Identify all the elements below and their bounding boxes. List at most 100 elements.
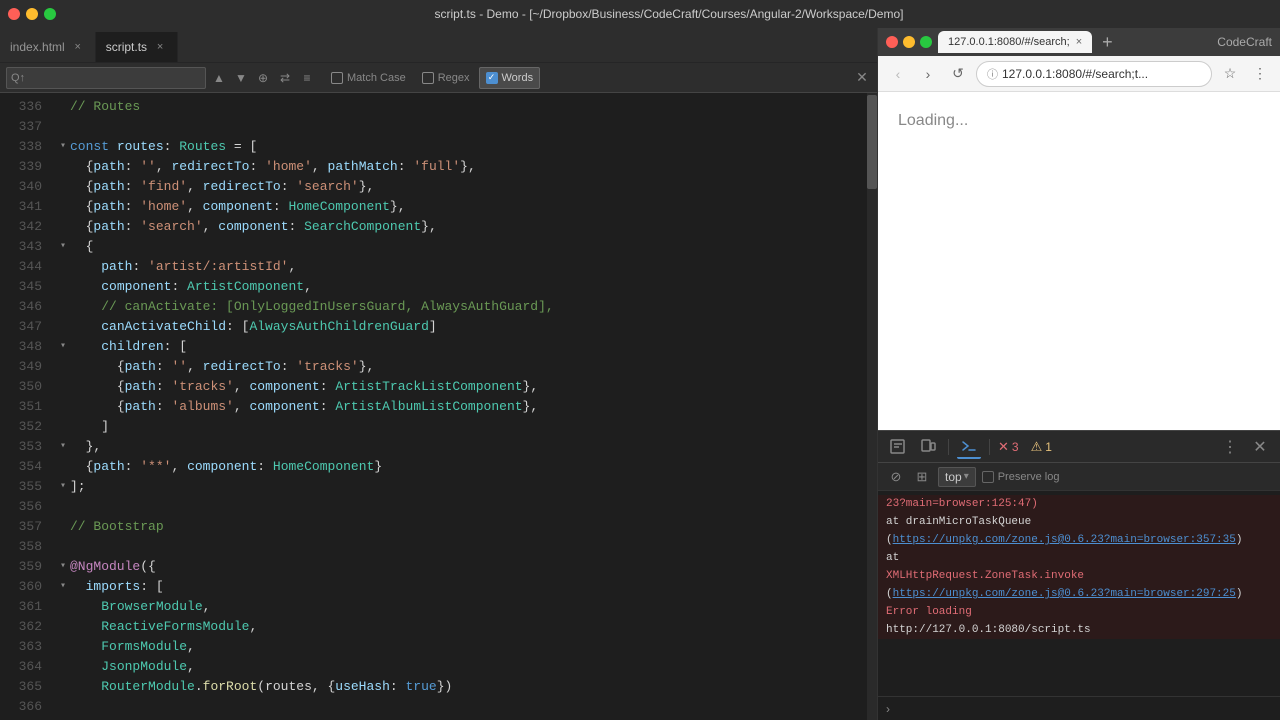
console-link[interactable]: https://unpkg.com/zone.js@0.6.23?main=br… — [893, 534, 1236, 546]
preserve-log-label: Preserve log — [998, 471, 1060, 483]
back-button[interactable]: ‹ — [886, 62, 910, 86]
console-tab-button[interactable] — [957, 435, 981, 459]
console-content[interactable]: 23?main=browser:125:47) at drainMicroTas… — [878, 491, 1280, 696]
code-line: {path: 'search', component: SearchCompon… — [50, 217, 877, 237]
preserve-log-checkbox[interactable] — [982, 471, 994, 483]
code-line: {path: 'home', component: HomeComponent}… — [50, 197, 877, 217]
filter-input-wrapper: top ▾ — [938, 467, 976, 487]
search-close-button[interactable]: ✕ — [853, 69, 871, 87]
address-bar[interactable]: ⓘ 127.0.0.1:8080/#/search;t... — [976, 61, 1212, 87]
browser-close-button[interactable] — [886, 36, 898, 48]
tab-label: index.html — [10, 40, 65, 54]
address-lock-icon: ⓘ — [987, 66, 998, 82]
maximize-button[interactable] — [44, 8, 56, 20]
browser-tab[interactable]: 127.0.0.1:8080/#/search; × — [938, 31, 1092, 53]
browser-pane: 127.0.0.1:8080/#/search; × + CodeCraft ‹… — [878, 28, 1280, 720]
bookmark-button[interactable]: ☆ — [1218, 62, 1242, 86]
scroll-thumb[interactable] — [867, 95, 877, 189]
title-bar: script.ts - Demo - [~/Dropbox/Business/C… — [0, 0, 1280, 28]
console-prompt-icon: › — [886, 702, 890, 716]
console-line: (https://unpkg.com/zone.js@0.6.23?main=b… — [878, 531, 1280, 549]
regex-checkbox — [422, 72, 434, 84]
code-line: {path: 'tracks', component: ArtistTrackL… — [50, 377, 877, 397]
console-line: http://127.0.0.1:8080/script.ts — [878, 621, 1280, 639]
console-line: XMLHttpRequest.ZoneTask.invoke — [878, 567, 1280, 585]
search-prev-button[interactable]: ▲ — [210, 69, 228, 87]
words-option[interactable]: Words — [479, 67, 541, 89]
traffic-lights — [8, 8, 56, 20]
devtools-menu-button[interactable]: ⋮ — [1218, 435, 1242, 459]
code-line: ▾ @NgModule({ — [50, 557, 877, 577]
more-button[interactable]: ⋮ — [1248, 62, 1272, 86]
console-line: at drainMicroTaskQueue — [878, 513, 1280, 531]
address-text: 127.0.0.1:8080/#/search;t... — [1002, 67, 1201, 81]
filter-dropdown[interactable]: top ▾ — [945, 470, 969, 484]
code-line: {path: '', redirectTo: 'home', pathMatch… — [50, 157, 877, 177]
code-line: {path: 'find', redirectTo: 'search'}, — [50, 177, 877, 197]
search-input[interactable] — [28, 71, 158, 85]
filter-level: top — [945, 470, 962, 484]
code-line: JsonpModule, — [50, 657, 877, 677]
code-line: ▾ const routes: Routes = [ — [50, 137, 877, 157]
words-checkbox — [486, 72, 498, 84]
browser-tab-close-icon[interactable]: × — [1076, 36, 1082, 48]
search-options: Match Case Regex Words — [324, 67, 540, 89]
code-editor: 336337338339340 341342343344345 34634734… — [0, 93, 877, 720]
search-next-button[interactable]: ▼ — [232, 69, 250, 87]
search-replace-button[interactable]: ⇄ — [276, 69, 294, 87]
code-content[interactable]: // Routes ▾ const routes: Routes = [ {pa… — [50, 93, 877, 720]
reload-button[interactable]: ↺ — [946, 62, 970, 86]
console-link[interactable]: https://unpkg.com/zone.js@0.6.23?main=br… — [893, 588, 1236, 600]
code-line — [50, 537, 877, 557]
separator — [989, 439, 990, 455]
main-container: index.html × script.ts × Q↑ ▲ ▼ ⊕ ⇄ ≡ Ma… — [0, 28, 1280, 720]
code-line: canActivateChild: [AlwaysAuthChildrenGua… — [50, 317, 877, 337]
new-tab-button[interactable]: + — [1102, 32, 1113, 53]
filter-clear-button[interactable]: ⊘ — [886, 467, 906, 487]
scrollbar[interactable] — [867, 93, 877, 720]
loading-text: Loading... — [898, 112, 968, 129]
tab-close-icon[interactable]: × — [71, 40, 85, 54]
regex-option[interactable]: Regex — [415, 67, 477, 89]
separator — [948, 439, 949, 455]
tab-script-ts[interactable]: script.ts × — [96, 32, 178, 62]
devtools-panel: ✕ 3 ⚠ 1 ⋮ ✕ ⊘ ⊞ top ▾ — [878, 430, 1280, 720]
code-line: ▾ { — [50, 237, 877, 257]
console-line: at — [878, 549, 1280, 567]
inspect-button[interactable] — [886, 435, 910, 459]
browser-maximize-button[interactable] — [920, 36, 932, 48]
dropdown-arrow-icon: ▾ — [964, 471, 969, 482]
match-case-option[interactable]: Match Case — [324, 67, 413, 89]
code-line — [50, 697, 877, 717]
close-button[interactable] — [8, 8, 20, 20]
tab-index-html[interactable]: index.html × — [0, 32, 96, 62]
search-extra-button[interactable]: ≡ — [298, 69, 316, 87]
tab-close-icon[interactable]: × — [153, 40, 167, 54]
browser-nav-bar: ‹ › ↺ ⓘ 127.0.0.1:8080/#/search;t... ☆ ⋮ — [878, 56, 1280, 92]
search-bar: Q↑ ▲ ▼ ⊕ ⇄ ≡ Match Case Regex Words — [0, 63, 877, 93]
forward-button[interactable]: › — [916, 62, 940, 86]
code-line: FormsModule, — [50, 637, 877, 657]
browser-minimize-button[interactable] — [903, 36, 915, 48]
console-input[interactable] — [896, 702, 1272, 716]
code-line: ▾ ]; — [50, 477, 877, 497]
warn-count: ⚠ 1 — [1031, 439, 1052, 455]
code-line: path: 'artist/:artistId', — [50, 257, 877, 277]
code-line: // Routes — [50, 97, 877, 117]
browser-title-bar: 127.0.0.1:8080/#/search; × + CodeCraft — [878, 28, 1280, 56]
search-find-button[interactable]: ⊕ — [254, 69, 272, 87]
code-line: ▾ }, — [50, 437, 877, 457]
code-line — [50, 497, 877, 517]
error-count: ✕ 3 — [998, 439, 1019, 455]
minimize-button[interactable] — [26, 8, 38, 20]
device-button[interactable] — [916, 435, 940, 459]
devtools-close-button[interactable]: ✕ — [1248, 435, 1272, 459]
code-line — [50, 117, 877, 137]
window-title: script.ts - Demo - [~/Dropbox/Business/C… — [66, 7, 1272, 21]
console-line: (https://unpkg.com/zone.js@0.6.23?main=b… — [878, 585, 1280, 603]
console-line: 23?main=browser:125:47) — [878, 495, 1280, 513]
filter-icon[interactable]: ⊞ — [912, 467, 932, 487]
warn-count-value: 1 — [1045, 440, 1052, 454]
tab-label: script.ts — [106, 40, 147, 54]
preserve-log: Preserve log — [982, 471, 1060, 483]
